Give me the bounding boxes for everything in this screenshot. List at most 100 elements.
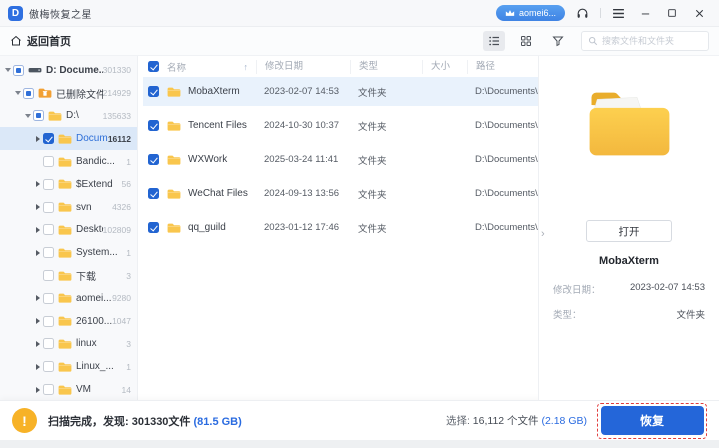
sidebar-item[interactable]: System... 1 [0, 241, 137, 264]
toolbar: 返回首页 [0, 26, 719, 56]
file-row[interactable]: WXWork 2025-03-24 11:41 文件夹 D:\Documents\ [143, 145, 538, 174]
file-row[interactable]: WeChat Files 2024-09-13 13:56 文件夹 D:\Docume… [143, 179, 538, 208]
row-checkbox-cell [143, 188, 167, 199]
checkbox[interactable] [43, 361, 54, 373]
sidebar-item[interactable]: linux 3 [0, 333, 137, 356]
folder-icon [58, 338, 72, 350]
sidebar-item[interactable]: Bandic... 1 [0, 150, 137, 173]
chevron-right-icon[interactable] [33, 340, 42, 347]
checkbox[interactable] [148, 222, 159, 233]
field-value: 文件夹 [676, 310, 705, 321]
item-count: 4326 [112, 202, 131, 213]
collapse-panel-icon[interactable]: › [541, 228, 545, 240]
file-name: qq_guild [188, 222, 226, 233]
sidebar-item[interactable]: D: Docume... 301330 [0, 59, 137, 82]
minimize-button[interactable] [635, 4, 655, 22]
checkbox[interactable] [148, 154, 159, 165]
file-type: 文件夹 [358, 189, 387, 201]
back-home-button[interactable]: 返回首页 [10, 33, 71, 49]
select-all-checkbox[interactable] [148, 61, 159, 72]
chevron-right-icon[interactable] [33, 135, 42, 142]
checkbox[interactable] [148, 188, 159, 199]
sort-asc-icon[interactable]: ↑ [244, 62, 249, 72]
file-type: 文件夹 [358, 223, 387, 235]
sidebar-item[interactable]: D:\ 135633 [0, 105, 137, 128]
chevron-right-icon[interactable] [33, 363, 42, 370]
chevron-right-icon[interactable] [33, 318, 42, 325]
sidebar-item-label: Docum... [76, 133, 108, 145]
checkbox[interactable] [43, 133, 54, 145]
checkbox[interactable] [43, 156, 54, 168]
checkbox[interactable] [43, 338, 54, 350]
checkbox[interactable] [43, 315, 54, 327]
sidebar-item[interactable]: 已删除文件 214929 [0, 82, 137, 105]
file-modified: 2023-02-07 14:53 [264, 86, 340, 97]
filter-button[interactable] [547, 31, 569, 51]
checkbox[interactable] [43, 201, 54, 213]
checkbox[interactable] [33, 110, 44, 122]
sidebar-item[interactable]: Desktop102809 [0, 219, 137, 242]
folder-icon [58, 247, 72, 259]
file-row[interactable]: qq_guild 2023-01-12 17:46 文件夹 D:\Documents\ [143, 213, 538, 242]
chevron-down-icon[interactable] [23, 113, 32, 118]
menu-icon[interactable] [608, 4, 628, 22]
sidebar-item[interactable]: aomei... 9280 [0, 287, 137, 310]
sidebar-item[interactable]: VM 14 [0, 378, 137, 400]
checkbox[interactable] [43, 270, 54, 282]
file-row[interactable]: MobaXterm 2023-02-07 14:53 文件夹 D:\Documents… [143, 77, 538, 106]
file-modified: 2024-10-30 10:37 [264, 120, 340, 131]
sidebar-item[interactable]: $Extend 56 [0, 173, 137, 196]
home-icon [10, 35, 22, 47]
chevron-right-icon[interactable] [33, 204, 42, 211]
preview-field: 类型： 文件夹 [553, 307, 705, 321]
column-header-type[interactable]: 类型 [350, 59, 422, 74]
chevron-down-icon[interactable] [3, 68, 12, 73]
chevron-right-icon[interactable] [33, 181, 42, 188]
file-path: D:\Documents\ [475, 222, 538, 233]
checkbox[interactable] [43, 292, 54, 304]
checkbox[interactable] [43, 224, 54, 236]
sidebar-item[interactable]: Docum...16112 [0, 127, 137, 151]
column-header-size[interactable]: 大小 [422, 59, 467, 74]
recover-button[interactable]: 恢复 [600, 406, 704, 435]
checkbox[interactable] [23, 87, 34, 99]
item-count: 3 [126, 270, 131, 281]
selection-summary: 选择: 16,112 个文件 (2.18 GB) [446, 413, 587, 428]
checkbox[interactable] [13, 64, 24, 76]
search-box[interactable] [581, 31, 709, 51]
chevron-right-icon[interactable] [33, 386, 42, 393]
sidebar-item[interactable]: 下载 3 [0, 264, 137, 287]
grid-view-button[interactable] [515, 31, 537, 51]
column-header-modified[interactable]: 修改日期 [256, 59, 350, 74]
checkbox[interactable] [43, 384, 54, 396]
chevron-right-icon[interactable] [33, 295, 42, 302]
file-name-cell: Tencent Files [167, 120, 256, 132]
folder-icon [58, 361, 72, 373]
support-headset-icon[interactable] [572, 4, 592, 22]
window-bottom-edge [0, 440, 719, 448]
sidebar-item[interactable]: svn 4326 [0, 196, 137, 219]
folder-icon [58, 270, 72, 282]
chevron-down-icon[interactable] [13, 91, 22, 96]
close-button[interactable] [689, 4, 709, 22]
checkbox[interactable] [148, 120, 159, 131]
search-input[interactable] [602, 36, 702, 46]
sidebar-item[interactable]: Linux_... 1 [0, 355, 137, 378]
checkbox[interactable] [43, 247, 54, 259]
column-header-path[interactable]: 路径 [467, 59, 538, 74]
open-button[interactable]: 打开 [586, 220, 672, 242]
file-name-cell: WXWork [167, 154, 256, 166]
chevron-right-icon[interactable] [33, 226, 42, 233]
checkbox[interactable] [148, 86, 159, 97]
list-view-button[interactable] [483, 31, 505, 51]
maximize-button[interactable] [662, 4, 682, 22]
file-path: D:\Documents\ [475, 120, 538, 131]
file-row[interactable]: Tencent Files 2024-10-30 10:37 文件夹 D:\Docum… [143, 111, 538, 140]
sidebar-item[interactable]: 26100... 1047 [0, 310, 137, 333]
account-button[interactable]: aomei6... [495, 5, 565, 21]
chevron-right-icon[interactable] [33, 249, 42, 256]
app-title: 傲梅恢复之星 [29, 9, 92, 21]
column-header-name[interactable]: 名称 ↑ [167, 60, 256, 74]
checkbox[interactable] [43, 178, 54, 190]
selection-count: 16,112 个文件 [472, 415, 542, 427]
